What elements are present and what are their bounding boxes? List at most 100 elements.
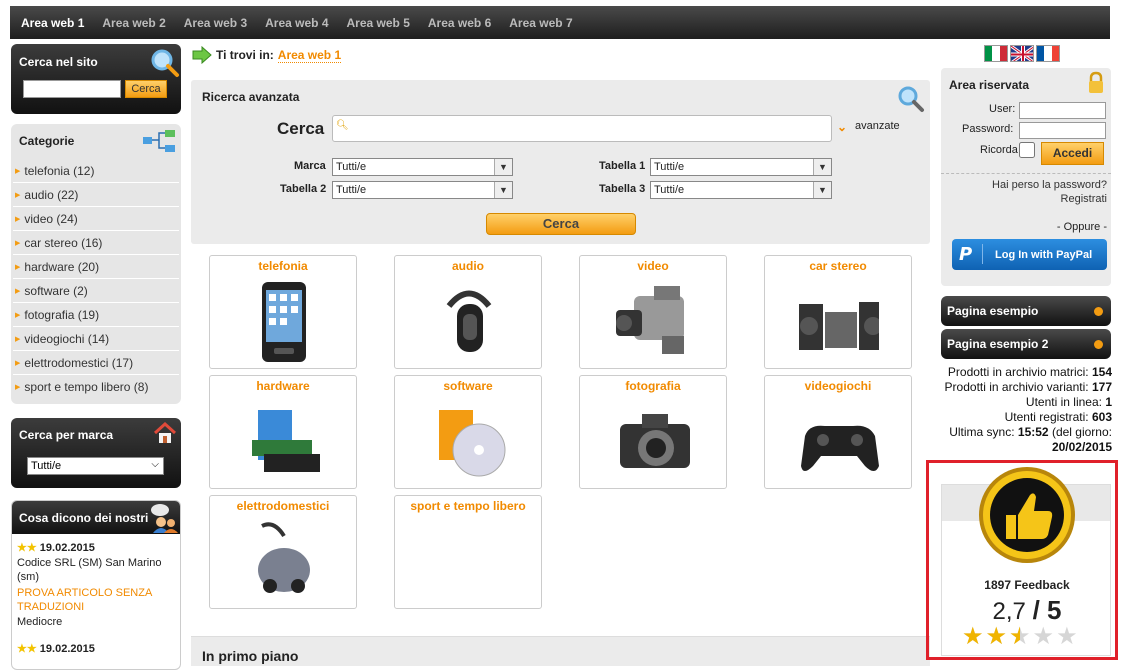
review-item: ★★ 19.02.2015 Codice SRL (SM) San Marino… — [17, 541, 177, 628]
review-item: ★★ 19.02.2015 — [17, 642, 177, 655]
tabella-1-select[interactable]: Tutti/e ▼ — [650, 158, 832, 176]
site-search-box: Cerca nel sito Cerca — [11, 44, 181, 114]
category-label: car stereo (16) — [24, 235, 103, 250]
category-item[interactable]: ▶ hardware (20) — [13, 255, 179, 279]
product-card-elettrodomestici[interactable]: elettrodomestici — [209, 495, 357, 609]
phone-image — [262, 282, 306, 362]
reserved-area-title: Area riservata — [949, 78, 1030, 92]
marca-label: Marca — [294, 160, 326, 172]
feedback-count: 1897 Feedback — [984, 578, 1070, 592]
nav-area-web-1[interactable]: Area web 1 — [12, 16, 93, 30]
product-card-telefonia[interactable]: telefonia — [209, 255, 357, 369]
stat-label: (del giorno: — [1051, 425, 1112, 439]
product-card-hardware[interactable]: hardware — [209, 375, 357, 489]
advanced-search-button[interactable]: Cerca — [486, 213, 636, 235]
review-rating: Mediocre — [17, 616, 63, 628]
category-item[interactable]: ▶ video (24) — [13, 207, 179, 231]
tabella-3-select[interactable]: Tutti/e ▼ — [650, 181, 832, 199]
password-label: Password: — [962, 123, 1014, 135]
star-icon: ★ — [1056, 623, 1078, 650]
category-label: audio (22) — [24, 187, 79, 202]
product-card-car-stereo[interactable]: car stereo — [764, 255, 912, 369]
lock-icon — [1089, 71, 1103, 93]
category-label: video (24) — [24, 211, 78, 226]
category-item[interactable]: ▶ elettrodomestici (17) — [13, 351, 179, 375]
sitemap-icon — [143, 130, 175, 152]
tabella-2-select[interactable]: Tutti/e ▼ — [332, 181, 513, 199]
advanced-toggle-link[interactable]: avanzate — [855, 120, 900, 132]
brand-select[interactable]: Tutti/e ⌵ — [27, 457, 164, 475]
divider — [941, 173, 1111, 174]
chevron-down-icon: ▼ — [813, 182, 831, 198]
flag-france-icon[interactable] — [1036, 45, 1060, 62]
users-chat-icon — [151, 504, 178, 533]
search-input[interactable]: 🔍︎ — [332, 115, 832, 142]
category-item[interactable]: ▶ audio (22) — [13, 183, 179, 207]
category-item[interactable]: ▶ software (2) — [13, 279, 179, 303]
password-input[interactable] — [1019, 122, 1106, 139]
category-item[interactable]: ▶ sport e tempo libero (8) — [13, 375, 179, 399]
category-item[interactable]: ▶ fotografia (19) — [13, 303, 179, 327]
arrow-icon: ▶ — [15, 215, 21, 223]
headset-image — [446, 290, 492, 352]
breadcrumb-prefix: Ti trovi in: — [216, 48, 274, 62]
category-label: elettrodomestici (17) — [24, 355, 134, 370]
site-search-input[interactable] — [23, 80, 121, 98]
categories-list: ▶ telefonia (12) ▶ audio (22) ▶ video (24) … — [11, 159, 181, 399]
reviews-header: Cosa dicono dei nostri — [12, 501, 180, 534]
feedback-stars: ★★★★★★★★ — [962, 625, 1092, 649]
category-label: sport e tempo libero (8) — [24, 380, 149, 394]
nav-area-web-3[interactable]: Area web 3 — [175, 16, 256, 30]
nav-area-web-2[interactable]: Area web 2 — [93, 16, 174, 30]
stat-label: Prodotti in archivio matrici: — [947, 365, 1089, 379]
nav-area-web-5[interactable]: Area web 5 — [338, 16, 419, 30]
nav-area-web-7[interactable]: Area web 7 — [500, 16, 581, 30]
arrow-icon: ▶ — [15, 167, 21, 175]
category-item[interactable]: ▶ telefonia (12) — [13, 159, 179, 183]
user-input[interactable] — [1019, 102, 1106, 119]
chevron-down-icon: ▼ — [494, 182, 512, 198]
star-icon: ★★ — [17, 643, 37, 655]
nav-area-web-6[interactable]: Area web 6 — [419, 16, 500, 30]
paypal-icon: P — [959, 244, 973, 265]
page-link-esempio-2[interactable]: Pagina esempio 2 — [941, 329, 1111, 359]
review-product-link[interactable]: PROVA ARTICOLO SENZA TRADUZIONI — [17, 586, 177, 614]
product-card-software[interactable]: software — [394, 375, 542, 489]
review-author: Codice SRL (SM) San Marino (sm) — [17, 557, 162, 583]
login-button[interactable]: Accedi — [1041, 142, 1104, 165]
flag-uk-icon[interactable] — [1010, 45, 1034, 62]
product-card-videogiochi[interactable]: videogiochi — [764, 375, 912, 489]
breadcrumb-link[interactable]: Area web 1 — [277, 48, 342, 63]
brand-search-title: Cerca per marca — [19, 428, 114, 442]
paypal-login-button[interactable]: P Log In with PayPal — [952, 239, 1107, 270]
product-card-video[interactable]: video — [579, 255, 727, 369]
remember-checkbox[interactable] — [1019, 142, 1035, 158]
product-card-fotografia[interactable]: fotografia — [579, 375, 727, 489]
categories-title: Categorie — [19, 134, 75, 148]
product-card-audio[interactable]: audio — [394, 255, 542, 369]
reviews-box: Cosa dicono dei nostri ★★ 19.02.2015 Cod… — [11, 500, 181, 670]
feedback-widget[interactable]: 1897 Feedback 2,7 / 5 ★★★★★★★★ — [941, 467, 1111, 656]
product-label: sport e tempo libero — [410, 499, 526, 513]
search-icon: 🔍︎ — [336, 120, 349, 131]
category-item[interactable]: ▶ car stereo (16) — [13, 231, 179, 255]
product-label: hardware — [256, 379, 310, 393]
or-separator: - Oppure - — [1056, 221, 1107, 233]
user-label: User: — [989, 103, 1016, 115]
product-card-sport[interactable]: sport e tempo libero — [394, 495, 542, 609]
star-icon: ★★ — [962, 623, 984, 650]
forgot-password-link[interactable]: Hai perso la password? — [992, 179, 1107, 191]
flag-italy-icon[interactable] — [984, 45, 1008, 62]
nav-area-web-4[interactable]: Area web 4 — [256, 16, 337, 30]
product-label: telefonia — [258, 259, 308, 273]
page-link-esempio[interactable]: Pagina esempio — [941, 296, 1111, 326]
register-link[interactable]: Registrati — [1061, 193, 1107, 205]
category-item[interactable]: ▶ videogiochi (14) — [13, 327, 179, 351]
feedback-score-value: 2,7 — [992, 598, 1026, 625]
site-search-button[interactable]: Cerca — [125, 80, 167, 98]
chevron-down-icon: ⌵ — [151, 459, 159, 470]
site-search-title: Cerca nel sito — [19, 55, 98, 69]
category-label: hardware (20) — [24, 259, 100, 274]
product-label: videogiochi — [804, 379, 872, 393]
marca-select[interactable]: Tutti/e ▼ — [332, 158, 513, 176]
